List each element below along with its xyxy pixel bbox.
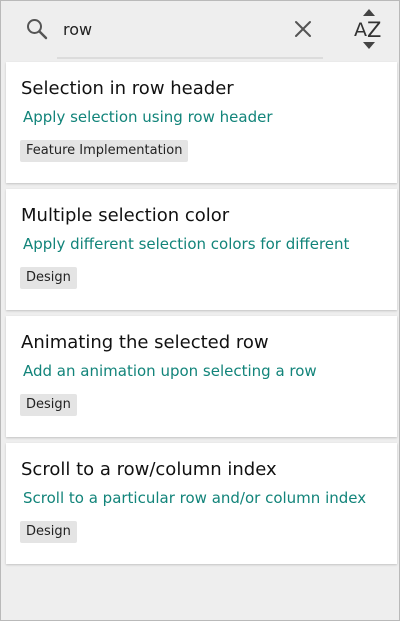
card-title: Multiple selection color [21,205,230,226]
result-card[interactable]: Multiple selection color Apply different… [6,189,397,310]
close-icon [295,21,311,37]
result-card[interactable]: Scroll to a row/column index Scroll to a… [6,443,397,564]
card-title: Animating the selected row [21,332,269,353]
card-tag: Feature Implementation [20,140,189,162]
card-subtitle: Apply selection using row header [23,108,273,126]
app-window: A Z Selection in row header Apply select… [0,0,400,621]
card-subtitle: Add an animation upon selecting a row [23,362,317,380]
clear-search-button[interactable] [291,17,315,41]
search-input[interactable] [63,15,263,43]
result-card[interactable]: Animating the selected row Add an animat… [6,316,397,437]
card-tag: Design [20,394,77,416]
sort-letter-z: Z [367,18,381,42]
result-card[interactable]: Selection in row header Apply selection … [6,62,397,183]
search-input-underline [57,57,323,59]
card-title: Scroll to a row/column index [21,459,277,480]
sort-button[interactable]: A Z [351,7,387,51]
card-subtitle: Apply different selection colors for dif… [23,235,350,253]
card-tag: Design [20,267,77,289]
search-icon [25,17,49,41]
card-subtitle: Scroll to a particular row and/or column… [23,489,367,507]
sort-alpha-icon: A Z [354,9,381,49]
search-bar: A Z [1,1,399,59]
card-tag: Design [20,521,77,543]
results-list: Selection in row header Apply selection … [6,62,397,570]
sort-letter-a: A [354,19,367,41]
card-title: Selection in row header [21,78,234,99]
